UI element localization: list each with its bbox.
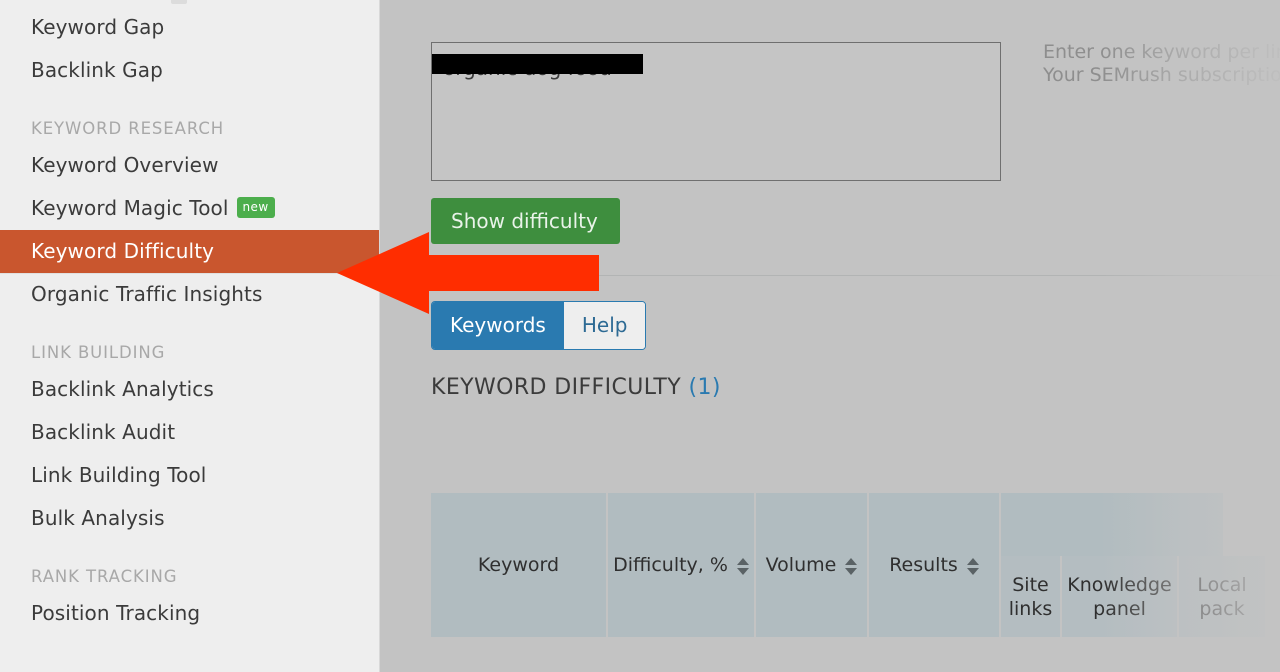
content-tabs: Keywords Help <box>431 301 647 350</box>
sidebar-item-keyword-overview[interactable]: Keyword Overview <box>0 144 379 187</box>
sidebar-item-link-building-tool[interactable]: Link Building Tool <box>0 454 379 497</box>
column-header-site-links[interactable]: Site links <box>1001 556 1062 637</box>
column-label-line1: Local <box>1197 573 1247 596</box>
sidebar-group-rank-tracking: RANK TRACKING <box>31 567 178 586</box>
column-label: Difficulty, % <box>613 554 728 576</box>
page-title: KEYWORD DIFFICULTY (1) <box>431 375 721 400</box>
serp-features-subheaders: Site links Knowledge panel Local pack <box>1001 556 1267 637</box>
sidebar-group-keyword-research: KEYWORD RESEARCH <box>31 119 225 138</box>
redaction-bar <box>432 54 643 74</box>
column-label-line1: Site <box>1012 573 1049 596</box>
sidebar-item-label: Position Tracking <box>31 601 201 625</box>
table-header-row: Keyword Difficulty, % Volume Results Sit… <box>431 493 1280 637</box>
sidebar-item-position-tracking[interactable]: Position Tracking <box>0 592 379 635</box>
sidebar-item-label: Keyword Overview <box>31 153 219 177</box>
sidebar-item-keyword-magic-tool[interactable]: Keyword Magic Tool new <box>0 187 379 230</box>
sidebar-scroll-nub <box>171 0 187 4</box>
tab-keywords[interactable]: Keywords <box>432 302 564 349</box>
show-difficulty-button[interactable]: Show difficulty <box>431 198 620 244</box>
sidebar-item-label: Backlink Gap <box>31 58 163 82</box>
keyword-difficulty-table: Keyword Difficulty, % Volume Results Sit… <box>431 493 1280 637</box>
result-count: (1) <box>688 375 721 400</box>
sidebar-item-backlink-analytics[interactable]: Backlink Analytics <box>0 368 379 411</box>
sidebar-item-label: Link Building Tool <box>31 463 207 487</box>
sidebar-item-label: Keyword Gap <box>31 15 165 39</box>
sidebar-item-backlink-gap[interactable]: Backlink Gap <box>0 49 379 92</box>
sidebar-group-link-building: LINK BUILDING <box>31 343 166 362</box>
column-label: Keyword <box>477 554 560 576</box>
sidebar-item-label: Backlink Audit <box>31 420 176 444</box>
sort-arrows-icon[interactable] <box>845 557 858 575</box>
new-badge: new <box>236 197 275 218</box>
serp-features-group-header <box>1001 493 1225 556</box>
sidebar-item-label: Organic Traffic Insights <box>31 282 263 306</box>
app-screen: Keyword Gap Backlink Gap KEYWORD RESEARC… <box>0 0 1280 672</box>
sidebar-item-keyword-gap[interactable]: Keyword Gap <box>0 6 379 49</box>
column-header-results[interactable]: Results <box>869 493 1001 637</box>
sidebar-item-label: Backlink Analytics <box>31 377 214 401</box>
sidebar-item-label: Bulk Analysis <box>31 506 165 530</box>
sidebar-item-organic-traffic-insights[interactable]: Organic Traffic Insights <box>0 273 379 316</box>
hint-line-1: Enter one keyword per line <box>1043 41 1280 63</box>
column-label-line1: Knowledge <box>1067 573 1172 596</box>
sidebar-item-backlink-audit[interactable]: Backlink Audit <box>0 411 379 454</box>
column-label: Volume <box>765 554 837 576</box>
tab-help[interactable]: Help <box>563 302 646 349</box>
column-label-line2: links <box>1008 597 1053 620</box>
column-header-knowledge-panel[interactable]: Knowledge panel <box>1062 556 1179 637</box>
sidebar-item-keyword-difficulty[interactable]: Keyword Difficulty <box>0 230 379 273</box>
column-header-local-pack[interactable]: Local pack <box>1179 556 1267 637</box>
main-content: organic dog food Enter one keyword per l… <box>380 0 1280 672</box>
sidebar-item-label: Keyword Magic Tool <box>31 196 229 220</box>
column-label-line2: panel <box>1093 597 1146 620</box>
sidebar-item-label: Keyword Difficulty <box>31 239 215 263</box>
sort-arrows-icon[interactable] <box>736 557 749 575</box>
sidebar-navigation: Keyword Gap Backlink Gap KEYWORD RESEARC… <box>0 0 380 672</box>
column-label: Results <box>889 554 958 576</box>
column-header-difficulty[interactable]: Difficulty, % <box>608 493 756 637</box>
column-label-line2: pack <box>1199 597 1245 620</box>
keyword-input-hint: Enter one keyword per line Your SEMrush … <box>1043 41 1280 87</box>
column-header-keyword[interactable]: Keyword <box>431 493 608 637</box>
sidebar-item-bulk-analysis[interactable]: Bulk Analysis <box>0 497 379 540</box>
column-header-volume[interactable]: Volume <box>756 493 869 637</box>
page-title-text: KEYWORD DIFFICULTY <box>431 375 682 400</box>
hint-line-2: Your SEMrush subscription <box>1043 64 1280 86</box>
sidebar-top-strip <box>0 0 379 6</box>
sort-arrows-icon[interactable] <box>966 557 979 575</box>
section-divider <box>380 275 1280 276</box>
serp-features-group: Site links Knowledge panel Local pack <box>1001 493 1267 637</box>
